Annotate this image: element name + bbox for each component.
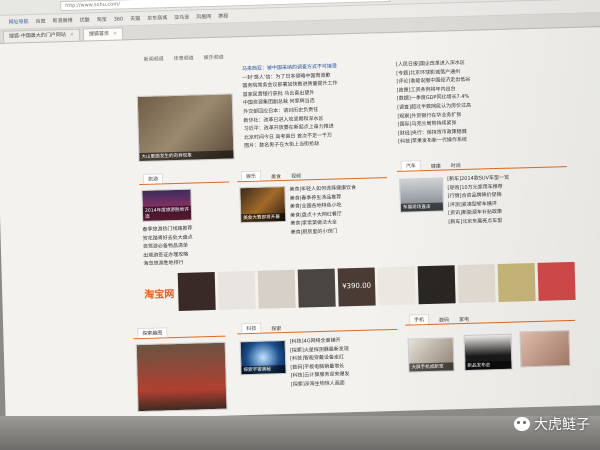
bookmark-item[interactable]: 网址导航 — [9, 18, 29, 26]
tech-section-header: 科技 探索 — [237, 318, 398, 335]
auto-section-header: 汽车 健康 时尚 — [396, 156, 567, 172]
auto-news-list: [新车]2014款SUV车型一览 [导购]10万元家用车推荐 [行情]合资品牌降… — [447, 172, 568, 227]
product-thumbnail[interactable] — [377, 266, 416, 306]
top-news-image[interactable]: 大山里面发生的奇异现象 — [136, 93, 235, 163]
news-headline[interactable]: 美食|厨房里的小窍门 — [291, 226, 387, 237]
close-icon[interactable]: × — [113, 31, 117, 37]
tab-label: 搜狐首页 — [88, 30, 110, 38]
bookmark-item[interactable]: 携程 — [218, 12, 228, 19]
tab-appliance[interactable]: 家电 — [459, 316, 469, 323]
tech-image[interactable]: 探索宇宙奥秘 — [239, 339, 287, 376]
bookmark-item[interactable]: 京东商城 — [147, 14, 167, 22]
travel-image[interactable]: 2014年度旅游胜地评选 — [141, 188, 193, 222]
section-title[interactable]: 探索趣图 — [137, 327, 168, 339]
product-thumbnail[interactable] — [217, 270, 256, 310]
image-caption: 大屏手机成新宠 — [409, 362, 454, 372]
taobao-product-strip: ¥390.00 — [177, 261, 579, 311]
tab-label: 搜狐-中国最大的门户网站 — [8, 32, 66, 40]
watermark: 大虎鲢子 — [514, 414, 590, 434]
tab-auto[interactable]: 汽车 — [400, 160, 421, 171]
travel-news-list: 春季旅游热门线路推荐 赏花踏青好去处大盘点 自驾游必备物品清单 出境游签证办理攻… — [142, 223, 235, 269]
image-caption: 美食大赛即将开幕 — [241, 212, 286, 223]
food-image[interactable]: 美食大赛即将开幕 — [239, 185, 287, 224]
bookmark-item[interactable]: 天猫 — [130, 15, 140, 22]
news-headline[interactable]: [探索]深海生物惊人画面 — [291, 378, 401, 390]
subnav-item[interactable]: 娱乐频道 — [204, 54, 224, 62]
taobao-logo[interactable]: 淘宝网 — [144, 285, 174, 301]
image-caption: 车展现场直击 — [400, 202, 444, 212]
image-caption: 新品发布会 — [465, 360, 512, 370]
bookmark-item[interactable]: 360 — [114, 16, 124, 22]
bookmark-item[interactable]: 新浪微博 — [53, 17, 73, 25]
image-caption: 探索宇宙奥秘 — [241, 365, 286, 375]
top-news-list: 马来西亚：被中国采纳的调查方式不可接受 一封‘感人’信：为了日本侵略中国而道歉 … — [242, 61, 389, 151]
bookmark-item[interactable]: 优酷 — [80, 16, 90, 23]
device-image[interactable]: 新品发布会 — [463, 333, 513, 372]
product-thumbnail[interactable] — [537, 261, 576, 301]
bookmark-item[interactable]: 亚马逊 — [174, 14, 189, 21]
news-headline[interactable]: 海岛旅游胜地排行 — [143, 258, 235, 269]
watermark-text: 大虎鲢子 — [534, 417, 590, 433]
bookmark-item[interactable]: 凤凰网 — [196, 13, 211, 20]
tab-digital[interactable]: 数码 — [439, 316, 449, 323]
sub-navigation: 新闻频道 体育频道 娱乐频道 — [144, 54, 224, 63]
product-price-tile[interactable]: ¥390.00 — [337, 267, 376, 307]
tab-video[interactable]: 视频 — [291, 172, 301, 179]
monitor-bezel — [0, 416, 600, 450]
phone-image[interactable]: 大屏手机成新宠 — [407, 337, 455, 373]
product-thumbnail[interactable] — [177, 271, 216, 311]
product-thumbnail[interactable] — [297, 268, 336, 308]
image-caption: 2014年度旅游胜地评选 — [142, 205, 192, 221]
tab-sohu-portal[interactable]: 搜狐-中国最大的门户网站 × — [2, 28, 81, 43]
food-news-list: 美食|年轻人如何选择健康饮食 美食|春季养生汤品推荐 美食|全国各地特色小吃 美… — [289, 183, 386, 237]
tab-health[interactable]: 健康 — [431, 163, 441, 170]
bookmark-item[interactable]: 淘宝 — [97, 16, 107, 23]
tab-entertainment[interactable]: 娱乐 — [240, 170, 262, 182]
tab-explore[interactable]: 探索 — [271, 325, 281, 332]
explore-image[interactable] — [135, 341, 228, 413]
wechat-icon — [514, 417, 530, 431]
image-caption: 大山里面发生的奇异现象 — [139, 150, 234, 161]
section-title[interactable]: 旅游 — [142, 173, 164, 184]
food-section-header: 娱乐 美食 视频 — [236, 167, 388, 183]
tab-food[interactable]: 美食 — [271, 173, 281, 180]
product-thumbnail[interactable] — [417, 265, 456, 305]
monitor-screen: http://www.sohu.com/ 收藏 登录 工具 网址导航 百度 新浪… — [0, 0, 600, 422]
right-news-list: [人民日报]国企改革进入深水区 [专题]北京环球影城落户通州 [评论]谁能说服中… — [396, 56, 568, 147]
explore-pics-header: 探索趣图 — [133, 325, 226, 340]
tab-fashion[interactable]: 时尚 — [451, 162, 461, 169]
tab-tech[interactable]: 科技 — [241, 322, 262, 334]
travel-section-header: 旅游 — [138, 171, 230, 186]
product-thumbnail[interactable] — [257, 269, 296, 309]
bookmark-item[interactable]: 百度 — [36, 18, 46, 25]
tech-news-list: [科技]4G网络全面铺开 [探索]火星探测器最新发现 [科技]智能穿戴设备走红 … — [290, 335, 401, 390]
tab-sohu-home[interactable]: 搜狐首页 × — [82, 27, 124, 41]
subnav-item[interactable]: 体育频道 — [174, 54, 194, 62]
product-thumbnail[interactable] — [457, 264, 496, 304]
subnav-item[interactable]: 新闻频道 — [144, 55, 164, 63]
auto-image[interactable]: 车展现场直击 — [399, 177, 445, 213]
tab-mobile[interactable]: 手机 — [408, 313, 430, 325]
appliance-image[interactable] — [519, 330, 571, 368]
product-thumbnail[interactable] — [497, 263, 536, 303]
digital-section-header: 手机 数码 家电 — [404, 309, 576, 326]
close-icon[interactable]: × — [70, 32, 74, 38]
